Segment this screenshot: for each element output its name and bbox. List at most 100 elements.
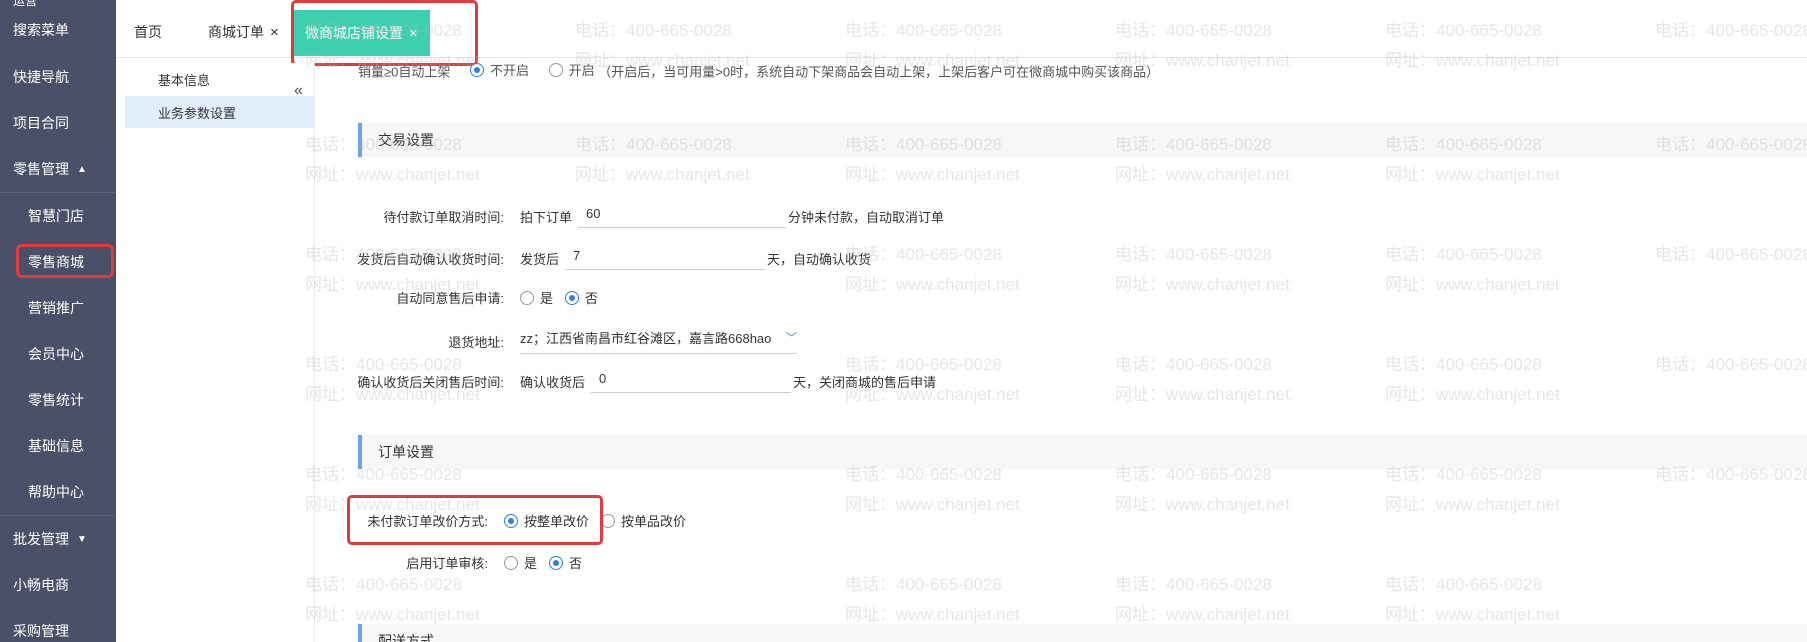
radio-auto-shelf-on[interactable]: 开启 bbox=[548, 60, 595, 79]
radio-aftersale-yes[interactable]: 是 bbox=[520, 288, 553, 307]
main-sidebar: 运营 搜索菜单 快捷导航 项目合同 零售管理 ▲ 智慧门店 零售商城 营销推广 会… bbox=[0, 0, 116, 642]
caret-up-icon: ▲ bbox=[77, 163, 87, 175]
highlight-box bbox=[291, 0, 478, 66]
section-delivery: 配送方式 bbox=[358, 624, 1807, 642]
row-order-audit: 启用订单审核: 是 否 bbox=[330, 553, 582, 572]
row-auto-aftersale: 自动同意售后申请: 是 否 bbox=[330, 288, 598, 307]
confirm-days-input[interactable]: 7 bbox=[565, 246, 766, 270]
radio-price-per-item[interactable]: 按单品改价 bbox=[601, 511, 686, 530]
nav-label: 智慧门店 bbox=[28, 208, 84, 224]
nav-quick-nav[interactable]: 快捷导航 bbox=[0, 55, 116, 99]
nav-smart-store[interactable]: 智慧门店 bbox=[0, 194, 116, 238]
radio-label: 是 bbox=[524, 556, 538, 571]
chevron-down-icon: ﹀ bbox=[785, 331, 798, 345]
field-prefix: 发货后 bbox=[520, 251, 560, 267]
auto-shelf-note: （开启后，当可用量>0时，系统自动下架商品会自动上架，上架后客户可在微商城中购买… bbox=[598, 64, 1160, 80]
radio-auto-shelf-off[interactable]: 不开启 bbox=[470, 60, 529, 79]
close-aftersale-days-input[interactable]: 0 bbox=[591, 369, 792, 393]
submenu-label: 基本信息 bbox=[158, 72, 211, 88]
submenu-basic-info[interactable]: 基本信息 bbox=[125, 63, 315, 95]
nav-marketing[interactable]: 营销推广 bbox=[0, 286, 116, 330]
radio-dot bbox=[565, 290, 580, 305]
nav-member-center[interactable]: 会员中心 bbox=[0, 332, 116, 376]
nav-divider bbox=[0, 192, 116, 193]
nav-label: 批发管理 bbox=[13, 531, 69, 547]
nav-label: 项目合同 bbox=[13, 115, 69, 131]
submenu-business-params[interactable]: 业务参数设置 bbox=[125, 96, 315, 128]
nav-divider bbox=[0, 515, 116, 516]
field-suffix: 天，关闭商城的售后申请 bbox=[793, 374, 937, 390]
radio-audit-no[interactable]: 否 bbox=[549, 553, 582, 572]
highlight-box bbox=[347, 495, 603, 545]
nav-purchasing[interactable]: 采购管理 bbox=[0, 609, 116, 642]
nav-xiaochang-ecommerce[interactable]: 小畅电商 bbox=[0, 563, 116, 607]
field-label: 启用订单审核: bbox=[406, 556, 488, 571]
return-address-select[interactable]: zz；江西省南昌市红谷滩区，嘉言路668hao ﹀ bbox=[520, 328, 798, 354]
collapse-icon[interactable]: « bbox=[294, 82, 303, 100]
radio-label: 否 bbox=[569, 556, 583, 571]
submenu-label: 业务参数设置 bbox=[158, 105, 237, 121]
field-label: 退货地址: bbox=[448, 334, 504, 350]
field-suffix: 天，自动确认收货 bbox=[767, 251, 872, 267]
nav-retail-management[interactable]: 零售管理 ▲ bbox=[0, 147, 116, 191]
nav-label: 零售管理 bbox=[13, 161, 69, 177]
radio-dot bbox=[470, 62, 484, 77]
caret-down-icon: ▼ bbox=[77, 533, 87, 545]
close-icon[interactable]: × bbox=[270, 24, 279, 41]
nav-label: 帮助中心 bbox=[28, 484, 84, 500]
field-prefix: 确认收货后 bbox=[520, 374, 586, 390]
row-cancel-time: 待付款订单取消时间: 拍下订单 60 分钟未付款，自动取消订单 bbox=[330, 204, 944, 228]
nav-search-menu[interactable]: 搜索菜单 bbox=[0, 8, 116, 52]
nav-label: 会员中心 bbox=[28, 346, 84, 362]
cancel-minutes-input[interactable]: 60 bbox=[578, 204, 787, 228]
section-title: 交易设置 bbox=[378, 132, 434, 148]
radio-label: 开启 bbox=[568, 63, 595, 78]
section-order-settings: 订单设置 bbox=[358, 435, 1807, 469]
radio-label: 按单品改价 bbox=[621, 514, 687, 529]
radio-dot bbox=[548, 62, 563, 77]
highlight-box bbox=[16, 244, 114, 278]
tab-home[interactable]: 首页 bbox=[134, 18, 162, 46]
auto-shelf-label: 销量≥0自动上架 bbox=[358, 64, 451, 80]
radio-audit-yes[interactable]: 是 bbox=[504, 553, 537, 572]
field-label: 发货后自动确认收货时间: bbox=[357, 251, 504, 267]
auto-shelf-row: 销量≥0自动上架 不开启 开启 （开启后，当可用量>0时，系统自动下架商品会自动… bbox=[358, 60, 1159, 81]
nav-label: 搜索菜单 bbox=[13, 22, 69, 38]
row-close-aftersale: 确认收货后关闭售后时间: 确认收货后 0 天，关闭商城的售后申请 bbox=[330, 369, 936, 393]
sidebar-top-label: 运营 bbox=[13, 0, 38, 8]
radio-dot bbox=[601, 513, 616, 528]
nav-label: 采购管理 bbox=[13, 623, 69, 639]
radio-dot bbox=[520, 290, 534, 305]
nav-retail-mall[interactable]: 零售商城 bbox=[0, 240, 116, 284]
radio-label: 是 bbox=[540, 291, 554, 306]
radio-dot bbox=[504, 555, 518, 570]
nav-label: 小畅电商 bbox=[13, 577, 69, 593]
nav-wholesale[interactable]: 批发管理 ▼ bbox=[0, 517, 116, 561]
nav-label: 基础信息 bbox=[28, 438, 84, 454]
settings-submenu: 基本信息 业务参数设置 bbox=[125, 63, 315, 642]
field-suffix: 分钟未付款，自动取消订单 bbox=[788, 209, 945, 225]
section-trade-settings: 交易设置 bbox=[358, 123, 1807, 157]
nav-help-center[interactable]: 帮助中心 bbox=[0, 470, 116, 514]
radio-dot bbox=[549, 555, 564, 570]
row-return-address: 退货地址: zz；江西省南昌市红谷滩区，嘉言路668hao ﹀ bbox=[330, 328, 798, 354]
field-label: 确认收货后关闭售后时间: bbox=[357, 374, 504, 390]
field-prefix: 拍下订单 bbox=[520, 209, 573, 225]
settings-content: 销量≥0自动上架 不开启 开启 （开启后，当可用量>0时，系统自动下架商品会自动… bbox=[330, 58, 1807, 642]
nav-label: 零售统计 bbox=[28, 392, 84, 408]
row-confirm-time: 发货后自动确认收货时间: 发货后 7 天，自动确认收货 bbox=[330, 246, 871, 270]
tab-mall-orders[interactable]: 商城订单 × bbox=[208, 18, 279, 46]
tab-label: 商城订单 bbox=[208, 24, 264, 40]
nav-project-contract[interactable]: 项目合同 bbox=[0, 101, 116, 145]
radio-label: 否 bbox=[585, 291, 599, 306]
radio-label: 不开启 bbox=[490, 63, 530, 78]
nav-retail-stats[interactable]: 零售统计 bbox=[0, 378, 116, 422]
field-label: 自动同意售后申请: bbox=[396, 291, 504, 306]
nav-basic-info[interactable]: 基础信息 bbox=[0, 424, 116, 468]
nav-label: 营销推广 bbox=[28, 300, 84, 316]
tab-label: 首页 bbox=[134, 24, 162, 40]
nav-label: 快捷导航 bbox=[13, 69, 69, 85]
select-value: zz；江西省南昌市红谷滩区，嘉言路668hao bbox=[520, 331, 772, 346]
radio-aftersale-no[interactable]: 否 bbox=[565, 288, 598, 307]
field-label: 待付款订单取消时间: bbox=[383, 209, 504, 225]
